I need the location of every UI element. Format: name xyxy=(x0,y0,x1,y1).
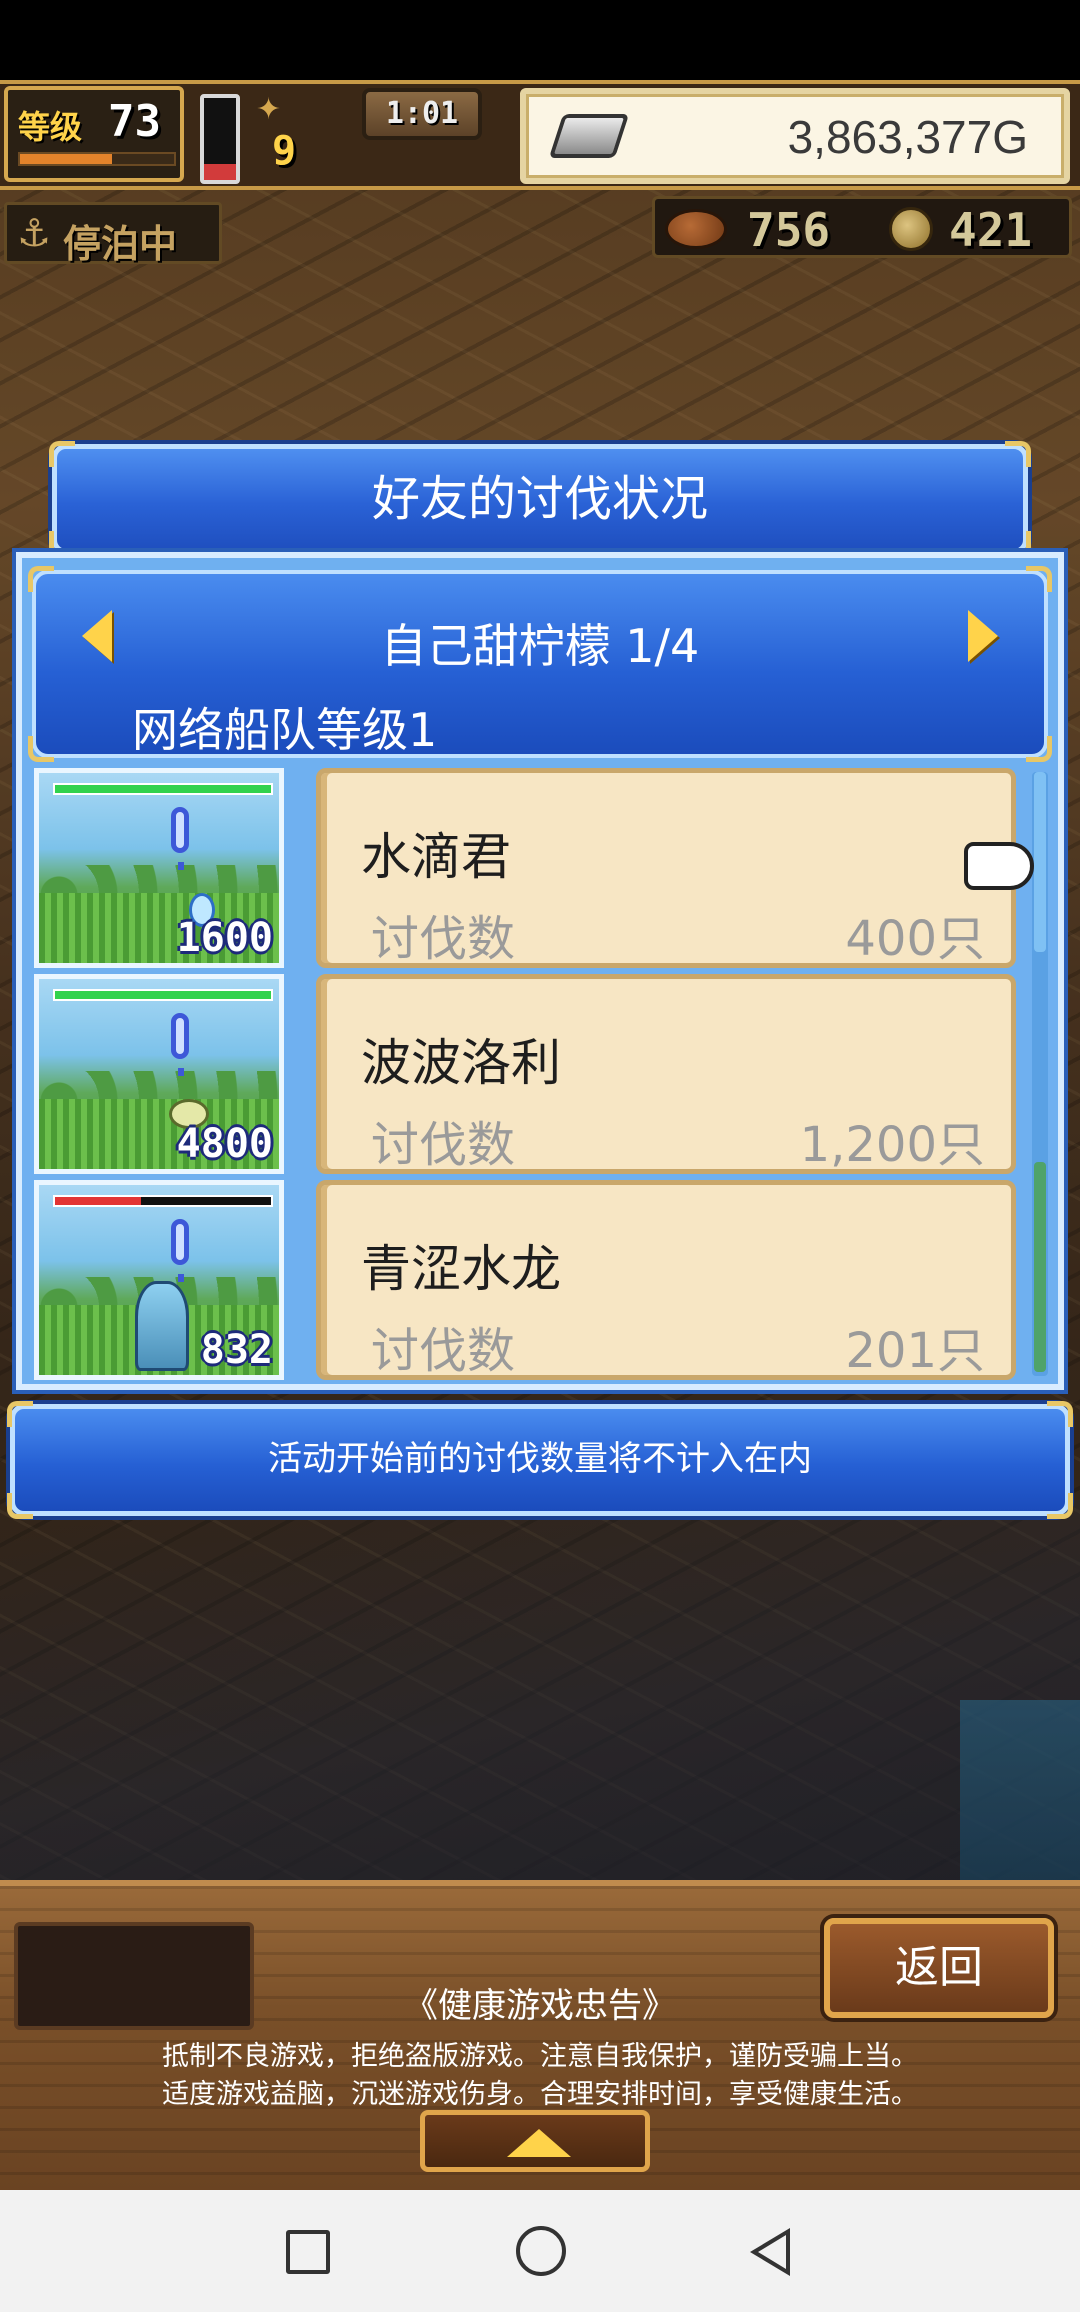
clock-display: 1:01 xyxy=(362,88,482,140)
home-icon[interactable] xyxy=(516,2226,566,2276)
water-dragon-icon xyxy=(135,1281,189,1371)
monster-card[interactable]: 波波洛利 讨伐数 1,200只 xyxy=(316,974,1016,1174)
expand-menu-button[interactable] xyxy=(420,2110,650,2172)
level-value: 73 xyxy=(108,96,161,147)
monster-reward-number: 1600 xyxy=(176,915,273,961)
android-navigation-bar xyxy=(0,2190,1080,2312)
monster-reward-number: 832 xyxy=(200,1327,273,1373)
corner-ornament xyxy=(28,736,54,762)
list-item[interactable]: 832 青涩水龙 讨伐数 201只 xyxy=(34,1180,1034,1380)
exp-fill xyxy=(20,154,113,164)
up-arrow-icon xyxy=(507,2129,571,2157)
dialog-title: 好友的讨伐状况 xyxy=(371,471,708,527)
monster-thumbnail: 1600 xyxy=(34,768,284,968)
health-advisory-line: 抵制不良游戏，拒绝盗版游戏。注意自我保护，谨防受骗上当。 xyxy=(162,2041,918,2072)
recent-apps-icon[interactable] xyxy=(286,2230,330,2274)
monster-thumbnail: 832 xyxy=(34,1180,284,1380)
kill-count-value: 1,200只 xyxy=(799,1117,985,1173)
kill-count-value: 400只 xyxy=(845,911,985,967)
corner-ornament xyxy=(1026,736,1052,762)
scrollbar-thumb[interactable] xyxy=(1034,1162,1046,1372)
fleet-level: 网络船队等级1 xyxy=(132,703,438,757)
monster-reward-number: 4800 xyxy=(176,1121,273,1167)
monster-list[interactable]: 1600 水滴君 讨伐数 400只 4800 波波洛利 讨伐数 1,200只 8… xyxy=(34,768,1034,1380)
alert-icon xyxy=(171,1013,189,1076)
gold-value: 3,863,377G xyxy=(787,111,1028,163)
monster-hp-bar xyxy=(53,1195,273,1207)
monster-card[interactable]: 水滴君 讨伐数 400只 xyxy=(316,768,1016,968)
stamina-gauge xyxy=(200,94,240,184)
monster-hp-fill xyxy=(55,785,271,793)
kill-count-label: 讨伐数 xyxy=(371,911,516,967)
monster-hp-bar xyxy=(53,989,273,1001)
next-friend-arrow-icon[interactable] xyxy=(968,610,998,662)
notice-bar: 活动开始前的讨伐数量将不计入在内 xyxy=(7,1401,1073,1519)
back-triangle-icon[interactable] xyxy=(750,2228,790,2276)
alert-icon xyxy=(171,807,189,870)
stamina-fill xyxy=(204,163,236,180)
corner-ornament xyxy=(28,566,54,592)
monster-hp-bar xyxy=(53,783,273,795)
friend-hunt-panel: 自己甜柠檬 1/4 网络船队等级1 1600 水滴君 讨伐数 400只 4800… xyxy=(16,552,1064,1390)
notice-text: 活动开始前的讨伐数量将不计入在内 xyxy=(268,1439,812,1479)
silver-bar-icon xyxy=(548,114,630,158)
bottom-wood-bar: 返回 《健康游戏忠告》 抵制不良游戏，拒绝盗版游戏。注意自我保护，谨防受骗上当。… xyxy=(0,1880,1080,2190)
monster-hp-fill xyxy=(55,1197,142,1205)
kill-count-label: 讨伐数 xyxy=(371,1117,516,1173)
monster-name: 水滴君 xyxy=(361,828,511,886)
pointer-hand-icon xyxy=(964,842,1034,890)
dialog-title-bar: 好友的讨伐状况 xyxy=(49,441,1031,557)
monster-thumbnail: 4800 xyxy=(34,974,284,1174)
fuel-value: 9 xyxy=(272,128,297,174)
monster-card[interactable]: 青涩水龙 讨伐数 201只 xyxy=(316,1180,1016,1380)
health-advisory-title: 《健康游戏忠告》 xyxy=(404,1986,676,2026)
list-scrollbar[interactable] xyxy=(1032,772,1048,1376)
kill-count-value: 201只 xyxy=(845,1323,985,1379)
monster-name: 青涩水龙 xyxy=(361,1240,561,1298)
monster-name: 波波洛利 xyxy=(361,1034,561,1092)
friend-header: 自己甜柠檬 1/4 网络船队等级1 xyxy=(28,566,1052,762)
friend-name: 自己甜柠檬 1/4 xyxy=(380,619,700,673)
monster-hp-fill xyxy=(55,991,271,999)
level-label: 等级 xyxy=(18,108,83,146)
kill-count-label: 讨伐数 xyxy=(371,1323,516,1379)
health-advisory-line: 适度游戏益脑，沉迷游戏伤身。合理安排时间，享受健康生活。 xyxy=(162,2079,918,2110)
list-item[interactable]: 4800 波波洛利 讨伐数 1,200只 xyxy=(34,974,1034,1174)
scrollbar-track-highlight xyxy=(1034,772,1046,952)
exp-bar xyxy=(18,152,176,166)
alert-icon xyxy=(171,1219,189,1282)
fuel-icon: ✦ xyxy=(256,92,282,127)
gold-display: 3,863,377G xyxy=(520,88,1070,184)
corner-ornament xyxy=(1026,566,1052,592)
list-item[interactable]: 1600 水滴君 讨伐数 400只 xyxy=(34,768,1034,968)
level-display: 等级 73 xyxy=(4,86,184,182)
